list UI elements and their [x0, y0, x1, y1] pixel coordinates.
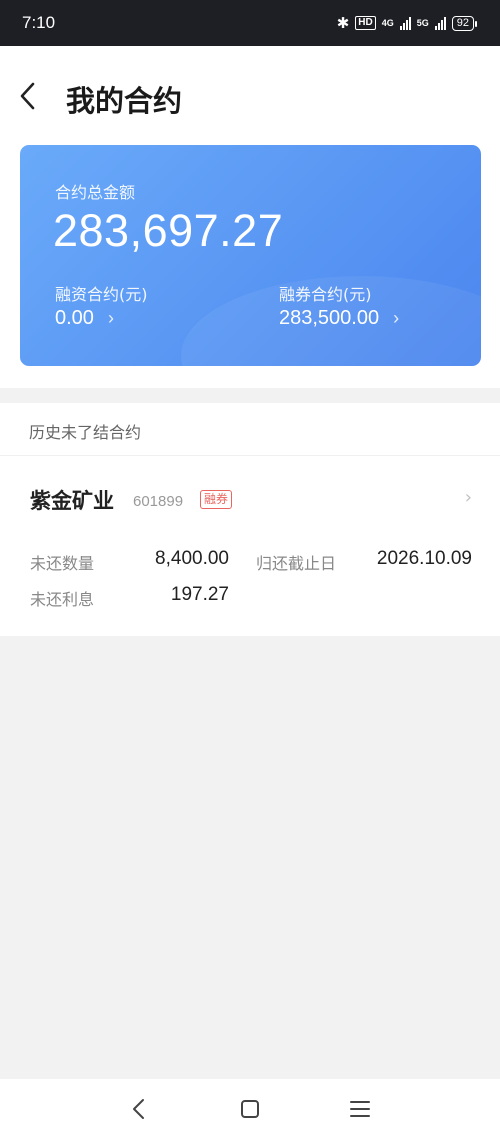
chevron-right-icon: ›: [464, 487, 472, 508]
margin-contract-link[interactable]: 0.00 ›: [55, 307, 114, 330]
nav-menu-icon: [350, 1101, 370, 1117]
short-contract-label: 融券合约(元): [279, 285, 372, 304]
total-value: 283,697.27: [53, 205, 284, 256]
signal-icon: [434, 16, 446, 30]
due-date-label: 归还截止日: [256, 554, 337, 573]
short-contract-value: 283,500.00: [279, 307, 380, 329]
status-time: 7:10: [22, 13, 56, 32]
due-date-value: 2026.10.09: [376, 548, 472, 569]
margin-contract-label: 融资合约(元): [55, 285, 148, 304]
bluetooth-icon: ✱: [336, 15, 350, 32]
network-4g-label: 4G: [381, 18, 394, 28]
section-title: 历史未了结合约: [29, 423, 142, 442]
nav-home-button[interactable]: [235, 1094, 265, 1124]
chevron-right-icon: ›: [393, 308, 400, 328]
battery-icon: 92: [451, 15, 478, 31]
contract-type-badge: 融券: [200, 490, 233, 509]
summary-card: 合约总金额 283,697.27 融资合约(元) 0.00 › 融券合约(元) …: [20, 145, 481, 366]
back-arrow-icon: [20, 82, 35, 110]
network-5g-indicator: 5G: [417, 18, 429, 28]
total-label: 合约总金额: [55, 183, 136, 202]
system-nav-bar: [0, 1079, 500, 1139]
open-contracts-section: 历史未了结合约 紫金矿业 601899 融券 › 未还数量 8,400.00 归…: [0, 403, 500, 636]
status-bar: 7:10 ✱ HD 4G 5G 92: [0, 0, 500, 46]
unreturned-qty-value: 8,400.00: [155, 548, 229, 569]
status-icons: ✱ HD 4G 5G 92: [337, 14, 478, 32]
stock-code: 601899: [133, 493, 184, 510]
hd-voice-icon: HD: [355, 16, 376, 30]
nav-home-icon: [241, 1100, 259, 1118]
page-title: 我的合约: [66, 84, 183, 118]
header: 我的合约: [0, 46, 500, 144]
network-5g-label: 5G: [416, 18, 429, 28]
nav-back-button[interactable]: [124, 1094, 154, 1124]
margin-contract-value: 0.00: [55, 307, 94, 329]
unreturned-qty-label: 未还数量: [30, 554, 95, 573]
nav-menu-button[interactable]: [345, 1094, 375, 1124]
signal-icon: [399, 16, 411, 30]
back-button[interactable]: [12, 80, 44, 112]
summary-area: 合约总金额 283,697.27 融资合约(元) 0.00 › 融券合约(元) …: [0, 144, 500, 388]
chevron-right-icon: ›: [107, 308, 114, 328]
unpaid-interest-value: 197.27: [170, 584, 229, 605]
unpaid-interest-label: 未还利息: [30, 590, 95, 609]
network-4g-indicator: 4G: [382, 18, 394, 28]
battery-level: 92: [456, 16, 469, 29]
divider: [0, 455, 500, 456]
nav-back-icon: [133, 1099, 144, 1119]
stock-name: 紫金矿业: [30, 489, 114, 513]
short-contract-link[interactable]: 283,500.00 ›: [279, 307, 399, 330]
